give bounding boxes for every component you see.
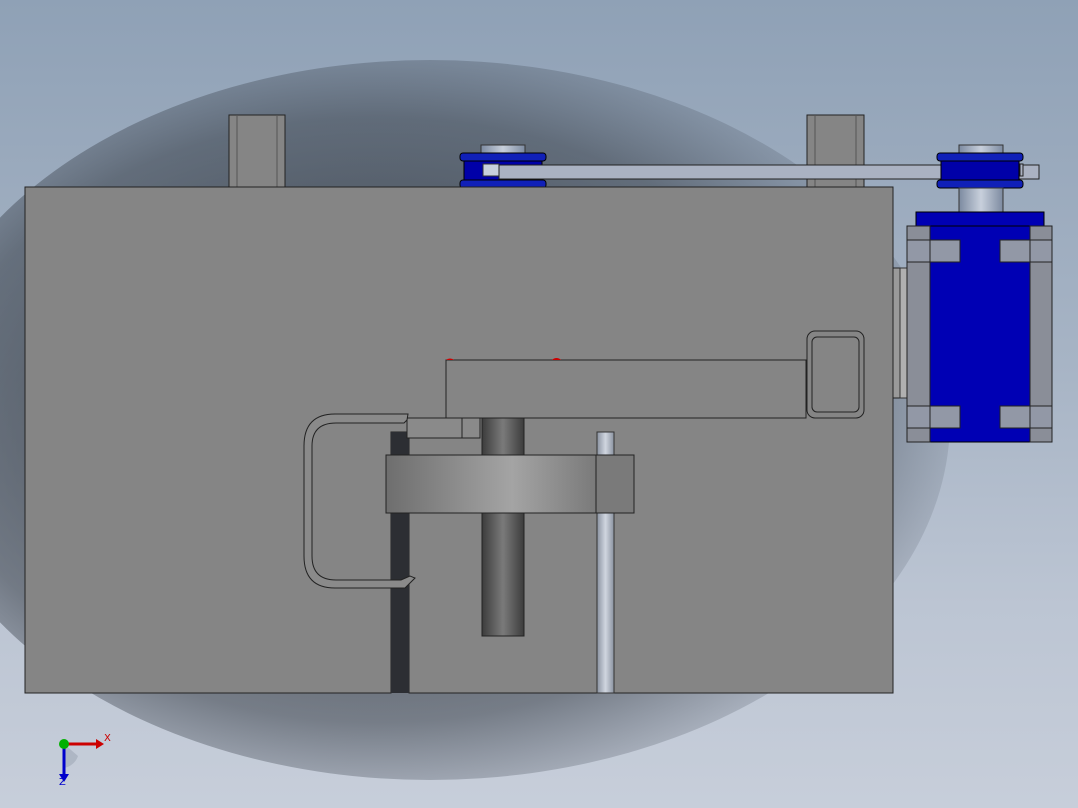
guide-post-left[interactable] [228,114,286,189]
x-axis-arrowhead [96,739,104,749]
cad-model-view[interactable] [0,0,1078,808]
drive-pulley-right[interactable] [936,144,1024,213]
cad-graphics-area[interactable]: X Z [0,0,1078,808]
x-axis-label: X [104,733,111,744]
coordinate-triad [59,739,104,782]
clamp-collar[interactable] [385,454,635,514]
stepper-motor[interactable] [892,211,1053,443]
lead-screw-shaft[interactable] [481,417,525,637]
z-axis-label: Z [59,777,66,788]
base-plate[interactable] [24,186,894,694]
y-axis-dot [59,739,69,749]
